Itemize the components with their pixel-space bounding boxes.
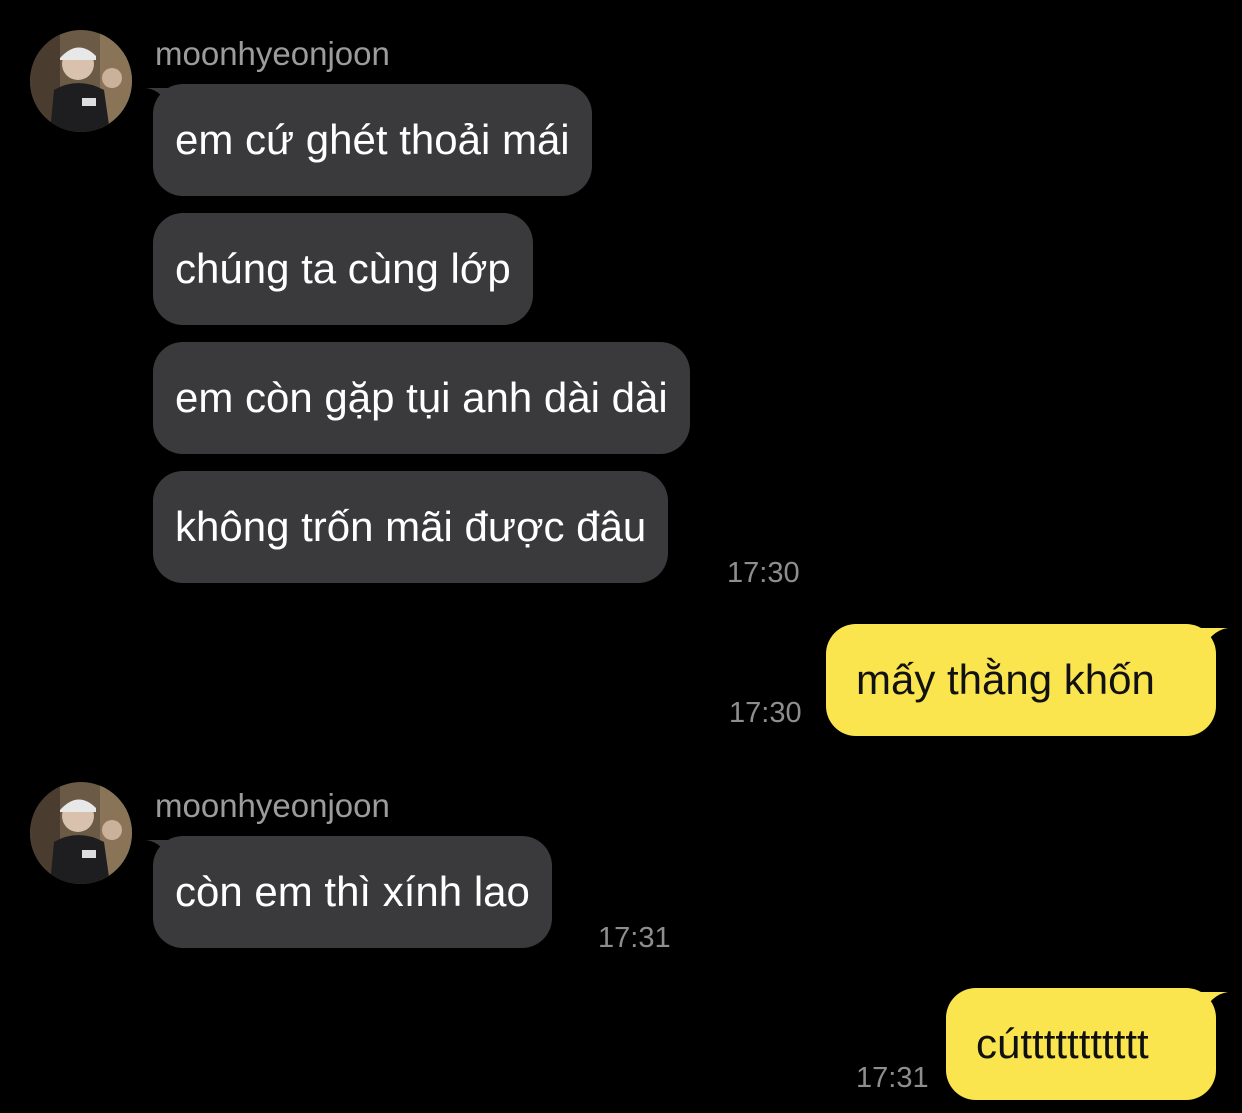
outgoing-message[interactable]: mấy thằng khốn xyxy=(826,624,1216,736)
incoming-message[interactable]: không trốn mãi được đâu xyxy=(153,471,669,583)
outgoing-bubble-tail xyxy=(1192,628,1228,652)
message-timestamp: 17:31 xyxy=(598,922,671,954)
avatar[interactable] xyxy=(30,782,132,884)
message-timestamp: 17:30 xyxy=(729,697,802,729)
outgoing-message[interactable]: cúttttttttttt xyxy=(946,988,1216,1100)
message-timestamp: 17:31 xyxy=(856,1062,929,1094)
sender-name: moonhyeonjoon xyxy=(155,35,390,72)
incoming-message[interactable]: em cứ ghét thoải mái xyxy=(153,84,592,196)
outgoing-bubble-tail xyxy=(1192,992,1228,1016)
message-timestamp: 17:30 xyxy=(727,557,800,589)
incoming-message[interactable]: chúng ta cùng lớp xyxy=(153,213,533,325)
incoming-message[interactable]: em còn gặp tụi anh dài dài xyxy=(153,342,690,454)
avatar[interactable] xyxy=(30,30,132,132)
incoming-message[interactable]: còn em thì xính lao xyxy=(153,836,552,948)
sender-name: moonhyeonjoon xyxy=(155,787,390,824)
